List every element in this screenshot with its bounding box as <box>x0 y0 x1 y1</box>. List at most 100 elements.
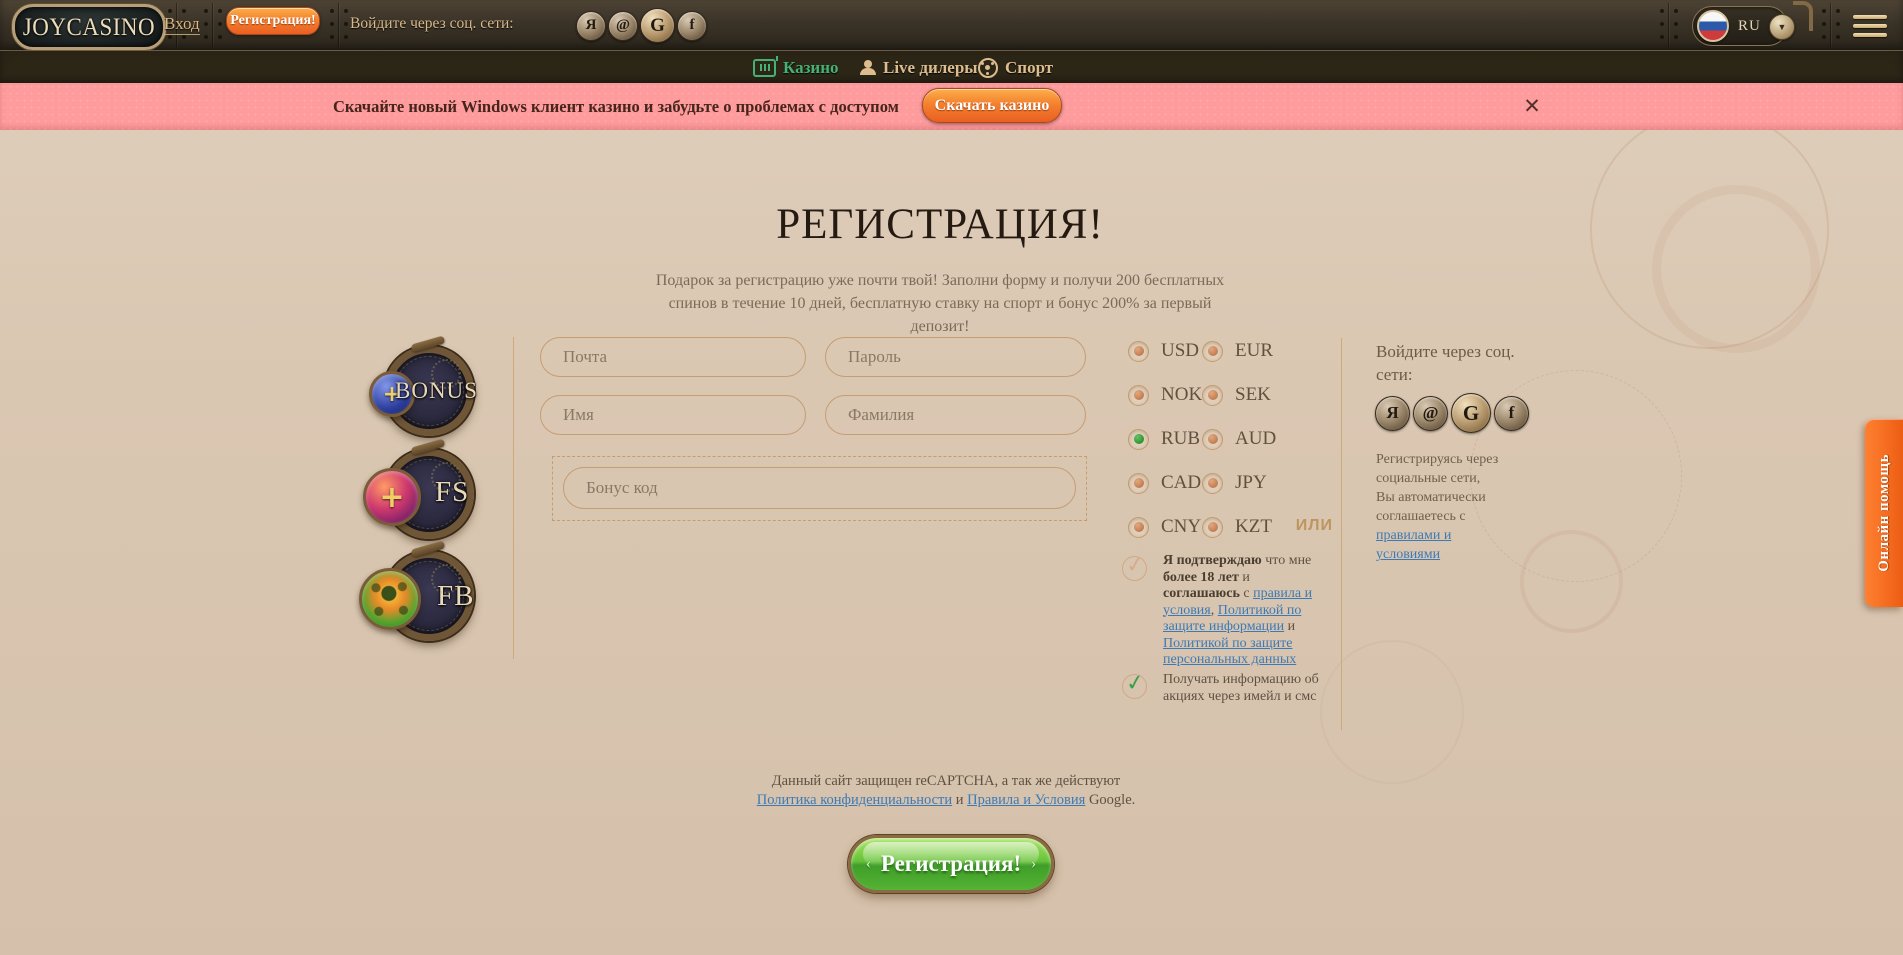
radio-icon[interactable] <box>1202 517 1223 538</box>
submit-label: Регистрация! <box>881 851 1021 877</box>
register-button-top[interactable]: Регистрация! <box>226 7 320 35</box>
radio-icon[interactable] <box>1128 517 1149 538</box>
rivets <box>344 9 348 13</box>
page-title: РЕГИСТРАЦИЯ! <box>690 200 1190 249</box>
radio-icon[interactable] <box>1128 385 1149 406</box>
or-divider-label: ИЛИ <box>1284 517 1333 535</box>
menu-icon[interactable] <box>1853 15 1887 37</box>
tab-live-label: Live дилеры <box>883 58 978 78</box>
radio-icon[interactable] <box>1202 341 1223 362</box>
joycasino-logo[interactable]: JOYCASINO <box>12 4 166 50</box>
social-login-row-side: Я @ G f <box>1375 393 1529 433</box>
badge-label: FS <box>435 476 469 509</box>
divider <box>338 3 339 47</box>
close-icon[interactable]: ✕ <box>1518 92 1546 120</box>
subtitle-line1: Подарок за регистрацию уже почти твой! З… <box>656 272 1224 289</box>
password-field[interactable] <box>825 337 1086 377</box>
google-icon[interactable]: G <box>1451 393 1491 433</box>
currency-option-aud[interactable]: AUD <box>1202 428 1276 450</box>
radio-icon[interactable] <box>1202 473 1223 494</box>
google-terms-link[interactable]: Правила и Условия <box>967 792 1085 808</box>
tab-casino-label: Казино <box>783 58 839 78</box>
badge-arm <box>411 335 446 352</box>
banner-message: Скачайте новый Windows клиент казино и з… <box>333 97 899 117</box>
paper-stain-ring <box>1652 185 1820 353</box>
tab-live-dealers[interactable]: Live дилеры <box>860 51 978 84</box>
badge-arm <box>411 438 446 455</box>
language-code: RU <box>1738 18 1761 35</box>
terms-bold: более 18 лет <box>1163 570 1239 585</box>
chevron-down-icon[interactable]: ▼ <box>1769 14 1795 40</box>
online-help-label: Онлайн помощь <box>1876 454 1893 572</box>
login-link[interactable]: Вход <box>164 14 200 35</box>
currency-option-sek[interactable]: SEK <box>1202 384 1271 406</box>
google-icon[interactable]: G <box>640 8 675 43</box>
register-submit-button[interactable]: ‹ Регистрация! › <box>848 835 1054 893</box>
yandex-icon[interactable]: Я <box>1375 396 1410 431</box>
football-orb-icon <box>359 568 421 630</box>
terms-and-conditions-link[interactable]: правилами и условиями <box>1376 528 1451 562</box>
currency-option-cny[interactable]: CNY <box>1128 516 1201 538</box>
bonus-code-field[interactable] <box>563 467 1076 509</box>
language-selector[interactable]: RU ▼ <box>1692 6 1788 46</box>
rivets <box>168 9 172 13</box>
radio-icon[interactable] <box>1202 429 1223 450</box>
personal-data-policy-link[interactable]: Политикой по защите персональных данных <box>1163 636 1296 668</box>
currency-option-eur[interactable]: EUR <box>1202 340 1273 362</box>
mail-ru-icon[interactable]: @ <box>608 11 638 41</box>
google-privacy-link[interactable]: Политика конфиденциальности <box>757 792 952 808</box>
currency-label: JPY <box>1235 472 1267 494</box>
tab-sport[interactable]: Спорт <box>978 51 1053 84</box>
currency-dot-CAD <box>1134 478 1144 488</box>
facebook-icon[interactable]: f <box>677 11 707 41</box>
currency-option-jpy[interactable]: JPY <box>1202 472 1267 494</box>
tab-sport-label: Спорт <box>1005 58 1053 78</box>
facebook-icon[interactable]: f <box>1494 396 1529 431</box>
yandex-icon[interactable]: Я <box>576 11 606 41</box>
divider <box>1830 3 1831 47</box>
download-casino-button[interactable]: Скачать казино <box>922 88 1062 123</box>
radio-icon[interactable] <box>1128 473 1149 494</box>
currency-dot-NOK <box>1134 390 1144 400</box>
bonus-badge[interactable]: + BONUS <box>384 346 474 436</box>
last-name-field[interactable] <box>825 395 1086 435</box>
currency-dot-AUD <box>1208 434 1218 444</box>
social-login-row-top: Я @ G f <box>576 8 707 43</box>
email-field[interactable] <box>540 337 806 377</box>
radio-icon[interactable] <box>1202 385 1223 406</box>
currency-label: KZT <box>1235 516 1272 538</box>
subtitle-line2: спинов в течение 10 дней, бесплатную ста… <box>669 295 1212 335</box>
currency-option-usd[interactable]: USD <box>1128 340 1199 362</box>
main-nav: Казино Live дилеры Спорт <box>0 50 1903 84</box>
paper-sketch-ring <box>1590 110 1829 349</box>
freebet-badge[interactable]: FB <box>384 551 474 641</box>
mail-ru-icon[interactable]: @ <box>1413 396 1448 431</box>
currency-dot-KZT <box>1208 522 1218 532</box>
rivets <box>1660 9 1664 13</box>
currency-label: RUB <box>1161 428 1200 450</box>
divider <box>1668 3 1669 47</box>
russia-flag-icon <box>1697 10 1729 42</box>
online-help-tab[interactable]: Онлайн помощь <box>1865 419 1903 607</box>
freespins-badge[interactable]: + FS <box>384 449 474 539</box>
rivets <box>182 9 186 13</box>
currency-dot-RUB <box>1134 434 1144 444</box>
currency-dot-USD <box>1134 346 1144 356</box>
check-icon: ✓ <box>1124 670 1146 697</box>
currency-dot-EUR <box>1208 346 1218 356</box>
promo-optin-text: Получать информацию об акциях через имей… <box>1163 672 1321 705</box>
currency-option-cad[interactable]: CAD <box>1128 472 1201 494</box>
tab-casino[interactable]: Казино <box>753 51 839 84</box>
currency-label: USD <box>1161 340 1199 362</box>
promo-optin-checkbox[interactable]: ✓ <box>1122 674 1147 699</box>
radio-icon[interactable] <box>1128 429 1149 450</box>
radio-icon[interactable] <box>1128 341 1149 362</box>
logo-text: JOYCASINO <box>23 12 155 41</box>
terms-checkbox[interactable]: ✓ <box>1122 556 1147 581</box>
currency-option-rub[interactable]: RUB <box>1128 428 1200 450</box>
currency-label: CAD <box>1161 472 1201 494</box>
currency-option-nok[interactable]: NOK <box>1128 384 1202 406</box>
dealer-person-icon <box>860 60 876 75</box>
currency-option-kzt[interactable]: KZT <box>1202 516 1272 538</box>
first-name-field[interactable] <box>540 395 806 435</box>
